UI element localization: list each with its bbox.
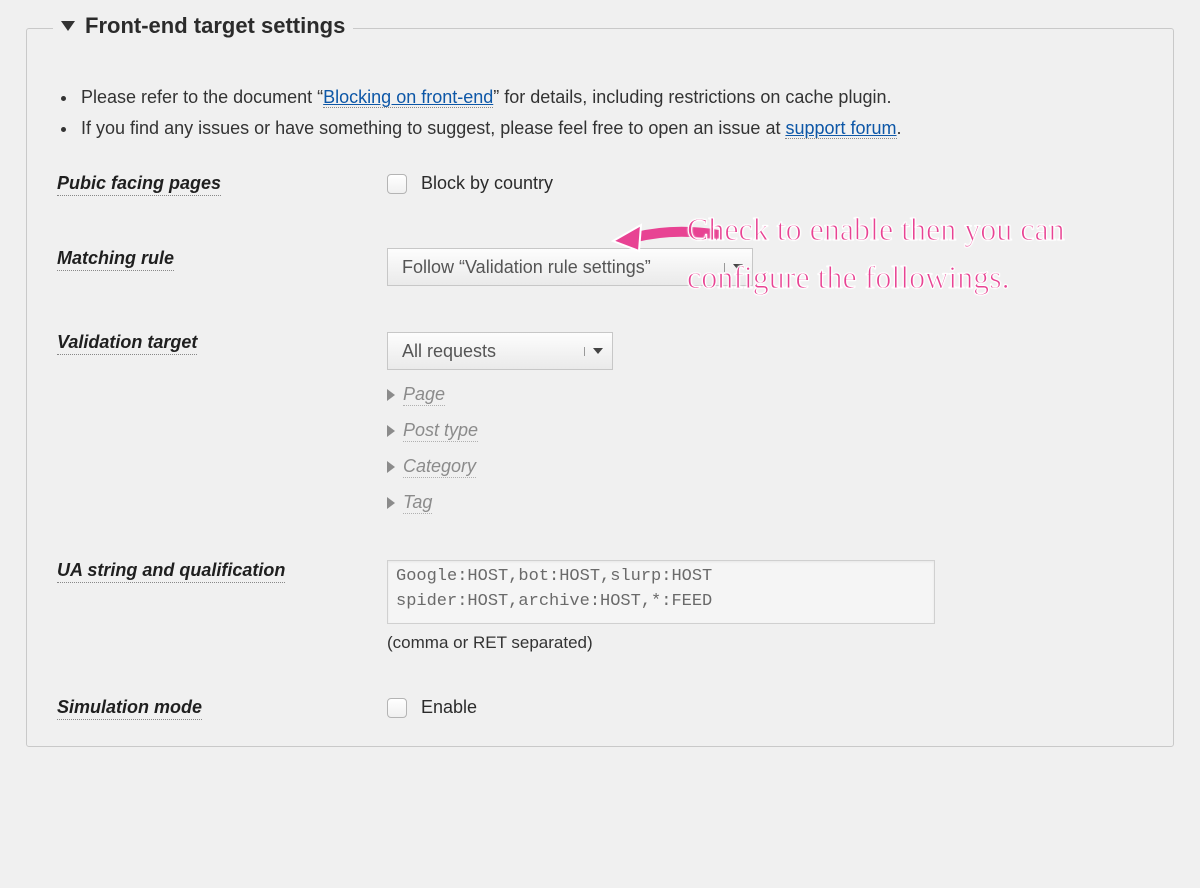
simulation-mode-label: Simulation mode: [57, 697, 202, 720]
support-forum-link[interactable]: support forum: [785, 118, 896, 139]
validation-target-label: Validation target: [57, 332, 197, 355]
row-validation-target: Validation target All requests Page Post…: [57, 332, 1143, 514]
simulation-enable-label: Enable: [421, 697, 477, 717]
triangle-right-icon: [387, 461, 395, 473]
front-end-target-settings-panel: Front-end target settings Please refer t…: [26, 28, 1174, 747]
row-ua-string: UA string and qualification (comma or RE…: [57, 560, 1143, 653]
matching-rule-label: Matching rule: [57, 248, 174, 271]
row-public-facing-pages: Pubic facing pages Block by country: [57, 173, 1143, 196]
simulation-enable-checkbox[interactable]: [387, 698, 407, 718]
sub-post-type[interactable]: Post type: [387, 420, 1143, 442]
ua-string-textarea[interactable]: [387, 560, 935, 624]
validation-target-value: All requests: [402, 341, 496, 362]
triangle-right-icon: [387, 389, 395, 401]
section-legend[interactable]: Front-end target settings: [53, 13, 353, 39]
blocking-frontend-link[interactable]: Blocking on front-end: [323, 87, 493, 108]
section-title: Front-end target settings: [85, 13, 345, 39]
block-by-country-checkbox[interactable]: [387, 174, 407, 194]
collapse-triangle-icon: [61, 21, 75, 31]
matching-rule-value: Follow “Validation rule settings”: [402, 257, 651, 278]
info-notes: Please refer to the document “Blocking o…: [57, 87, 1143, 139]
row-matching-rule: Matching rule Follow “Validation rule se…: [57, 248, 1143, 286]
block-by-country-label: Block by country: [421, 173, 553, 193]
sub-tag[interactable]: Tag: [387, 492, 1143, 514]
bullet-icon: [61, 96, 66, 101]
chevron-down-icon: [584, 347, 602, 356]
note-line-2: If you find any issues or have something…: [61, 118, 1143, 139]
sub-category[interactable]: Category: [387, 456, 1143, 478]
public-pages-label: Pubic facing pages: [57, 173, 221, 196]
triangle-right-icon: [387, 497, 395, 509]
sub-page[interactable]: Page: [387, 384, 1143, 406]
triangle-right-icon: [387, 425, 395, 437]
validation-target-select[interactable]: All requests: [387, 332, 613, 370]
matching-rule-select[interactable]: Follow “Validation rule settings”: [387, 248, 753, 286]
row-simulation-mode: Simulation mode Enable: [57, 697, 1143, 720]
note-line-1: Please refer to the document “Blocking o…: [61, 87, 1143, 108]
chevron-down-icon: [724, 263, 742, 272]
ua-string-label: UA string and qualification: [57, 560, 285, 583]
bullet-icon: [61, 127, 66, 132]
ua-string-hint: (comma or RET separated): [387, 633, 1143, 653]
